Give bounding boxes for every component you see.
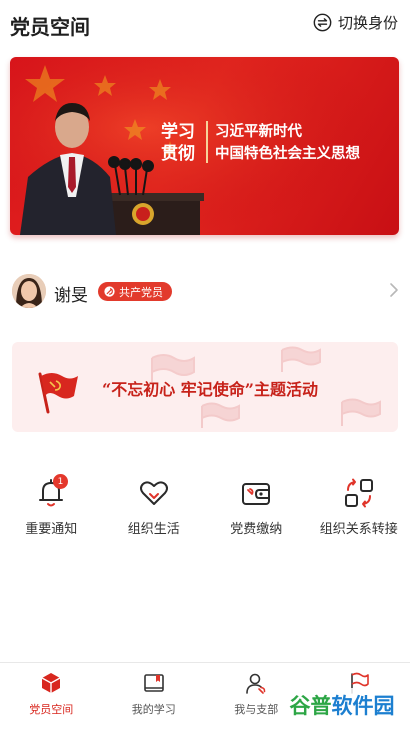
avatar (12, 274, 46, 308)
book-icon (143, 674, 164, 692)
banner-left-line2: 贯彻 (161, 144, 195, 164)
banner-right-line2: 中国特色社会主义思想 (215, 145, 360, 162)
transfer-icon (344, 478, 373, 508)
tab-party-space[interactable]: 党员空间 (0, 663, 103, 730)
top-header: 党员空间 切换身份 (0, 0, 410, 50)
chevron-right-icon (390, 283, 398, 297)
watermark-part1: 谷普 (289, 694, 332, 718)
banner-divider (206, 121, 208, 163)
tab-label: 党员空间 (29, 703, 74, 716)
tab-label: 我与支部 (234, 703, 279, 716)
site-watermark: 谷普 软件园 (282, 688, 402, 722)
shortcut-label: 重要通知 (25, 522, 78, 537)
banner-study-text: 学习 贯彻 (158, 121, 198, 165)
study-banner[interactable]: 学习 贯彻 习近平新时代 中国特色社会主义思想 (10, 57, 399, 235)
watermark-part2: 软件园 (331, 694, 395, 718)
profile-row[interactable]: 谢旻 共产党员 (0, 268, 410, 316)
theme-activity-banner[interactable]: “不忘初心 牢记使命”主题活动 (12, 342, 398, 432)
shortcut-org-transfer[interactable]: 组织关系转接 (308, 470, 410, 540)
shortcut-label: 组织生活 (127, 522, 180, 537)
person-icon (246, 673, 266, 694)
shortcut-grid: 1 重要通知 组织生活 党费缴纳 组织关系转接 (0, 470, 410, 540)
activity-title: “不忘初心 牢记使命”主题活动 (102, 380, 318, 399)
switch-identity-button[interactable]: 切换身份 (313, 12, 398, 33)
banner-thought-text: 习近平新时代 中国特色社会主义思想 (215, 121, 360, 165)
banner-right-line1: 习近平新时代 (215, 123, 302, 140)
page-title: 党员空间 (10, 15, 90, 39)
switch-arrows-icon (313, 13, 332, 32)
heart-icon (139, 481, 168, 505)
notification-count-badge: 1 (53, 474, 68, 489)
party-member-badge: 共产党员 (98, 282, 172, 301)
banner-left-line1: 学习 (161, 122, 195, 142)
shortcut-party-dues[interactable]: 党费缴纳 (205, 470, 308, 540)
cube-icon (41, 673, 61, 693)
wallet-icon (242, 483, 271, 505)
tab-my-study[interactable]: 我的学习 (103, 663, 206, 730)
red-flag-icon (38, 372, 78, 414)
user-name: 谢旻 (54, 286, 88, 306)
shortcut-label: 组织关系转接 (319, 522, 398, 537)
party-emblem-icon (104, 286, 115, 297)
party-member-label: 共产党员 (119, 285, 163, 299)
tab-label: 我的学习 (131, 703, 176, 716)
switch-identity-label: 切换身份 (337, 14, 398, 32)
shortcut-org-life[interactable]: 组织生活 (103, 470, 206, 540)
shortcut-label: 党费缴纳 (230, 522, 283, 537)
shortcut-important-notice[interactable]: 1 重要通知 (0, 470, 103, 540)
